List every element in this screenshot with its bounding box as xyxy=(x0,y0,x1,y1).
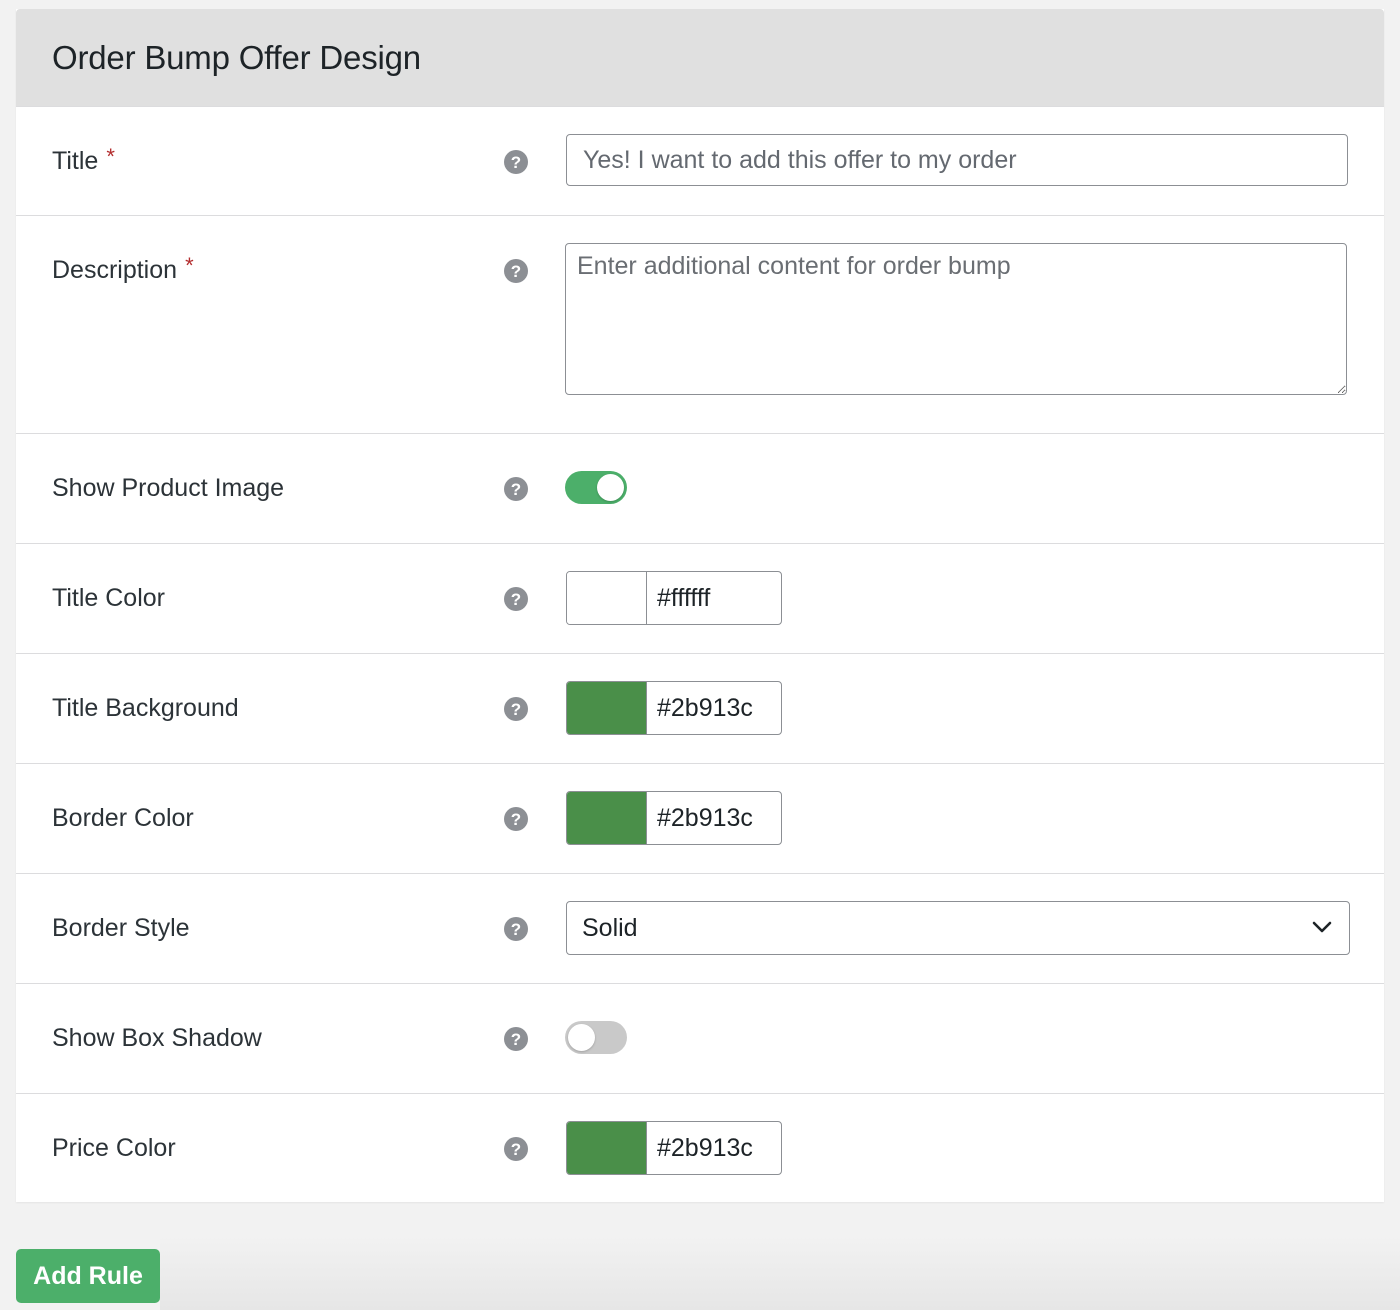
show-product-image-label: Show Product Image xyxy=(52,473,285,502)
title-background-picker[interactable]: #2b913c xyxy=(566,681,782,735)
show-box-shadow-label: Show Box Shadow xyxy=(52,1023,262,1052)
help-icon[interactable]: ? xyxy=(504,150,528,174)
panel-header: Order Bump Offer Design xyxy=(16,9,1384,106)
description-label: Description xyxy=(52,255,178,284)
row-title-background: Title Background ? #2b913c xyxy=(16,653,1384,763)
row-border-color: Border Color ? #2b913c xyxy=(16,763,1384,873)
panel-title: Order Bump Offer Design xyxy=(52,38,421,76)
chevron-down-icon xyxy=(1312,921,1332,933)
title-color-hex[interactable]: #ffffff xyxy=(647,572,781,624)
border-color-picker[interactable]: #2b913c xyxy=(566,791,782,845)
price-color-label: Price Color xyxy=(52,1133,176,1162)
title-input[interactable] xyxy=(566,134,1348,186)
help-icon[interactable]: ? xyxy=(504,807,528,831)
price-color-hex[interactable]: #2b913c xyxy=(647,1122,781,1174)
title-label: Title xyxy=(52,146,99,175)
required-mark: * xyxy=(106,144,115,169)
help-icon[interactable]: ? xyxy=(504,259,528,283)
border-color-hex[interactable]: #2b913c xyxy=(647,792,781,844)
help-icon[interactable]: ? xyxy=(504,697,528,721)
row-border-style: Border Style ? Solid xyxy=(16,873,1384,983)
title-background-label: Title Background xyxy=(52,693,239,722)
description-label-wrap: Description * xyxy=(52,216,194,324)
border-color-label: Border Color xyxy=(52,803,194,832)
toggle-knob xyxy=(597,474,624,501)
bottom-shade xyxy=(160,1235,1400,1310)
help-icon[interactable]: ? xyxy=(504,1137,528,1161)
border-color-swatch[interactable] xyxy=(567,792,647,844)
description-textarea[interactable] xyxy=(565,243,1347,395)
required-mark: * xyxy=(185,253,194,278)
help-icon[interactable]: ? xyxy=(504,917,528,941)
order-bump-design-panel: Order Bump Offer Design Title * ? Descri… xyxy=(16,9,1384,1202)
row-description: Description * ? xyxy=(16,215,1384,433)
border-style-label: Border Style xyxy=(52,913,190,942)
help-icon[interactable]: ? xyxy=(504,1027,528,1051)
row-show-box-shadow: Show Box Shadow ? xyxy=(16,983,1384,1093)
show-box-shadow-toggle[interactable] xyxy=(565,1021,627,1054)
price-color-picker[interactable]: #2b913c xyxy=(566,1121,782,1175)
show-product-image-toggle[interactable] xyxy=(565,471,627,504)
help-icon[interactable]: ? xyxy=(504,477,528,501)
row-show-product-image: Show Product Image ? xyxy=(16,433,1384,543)
price-color-swatch[interactable] xyxy=(567,1122,647,1174)
title-color-picker[interactable]: #ffffff xyxy=(566,571,782,625)
border-style-select[interactable]: Solid xyxy=(566,901,1350,955)
title-label-wrap: Title * xyxy=(52,107,115,215)
row-title-color: Title Color ? #ffffff xyxy=(16,543,1384,653)
add-rule-button[interactable]: Add Rule xyxy=(16,1249,160,1303)
title-color-label: Title Color xyxy=(52,583,165,612)
row-title: Title * ? xyxy=(16,106,1384,215)
row-price-color: Price Color ? #2b913c xyxy=(16,1093,1384,1202)
toggle-knob xyxy=(568,1024,595,1051)
border-style-value: Solid xyxy=(582,913,638,942)
title-background-swatch[interactable] xyxy=(567,682,647,734)
help-icon[interactable]: ? xyxy=(504,587,528,611)
title-background-hex[interactable]: #2b913c xyxy=(647,682,781,734)
title-color-swatch[interactable] xyxy=(567,572,647,624)
